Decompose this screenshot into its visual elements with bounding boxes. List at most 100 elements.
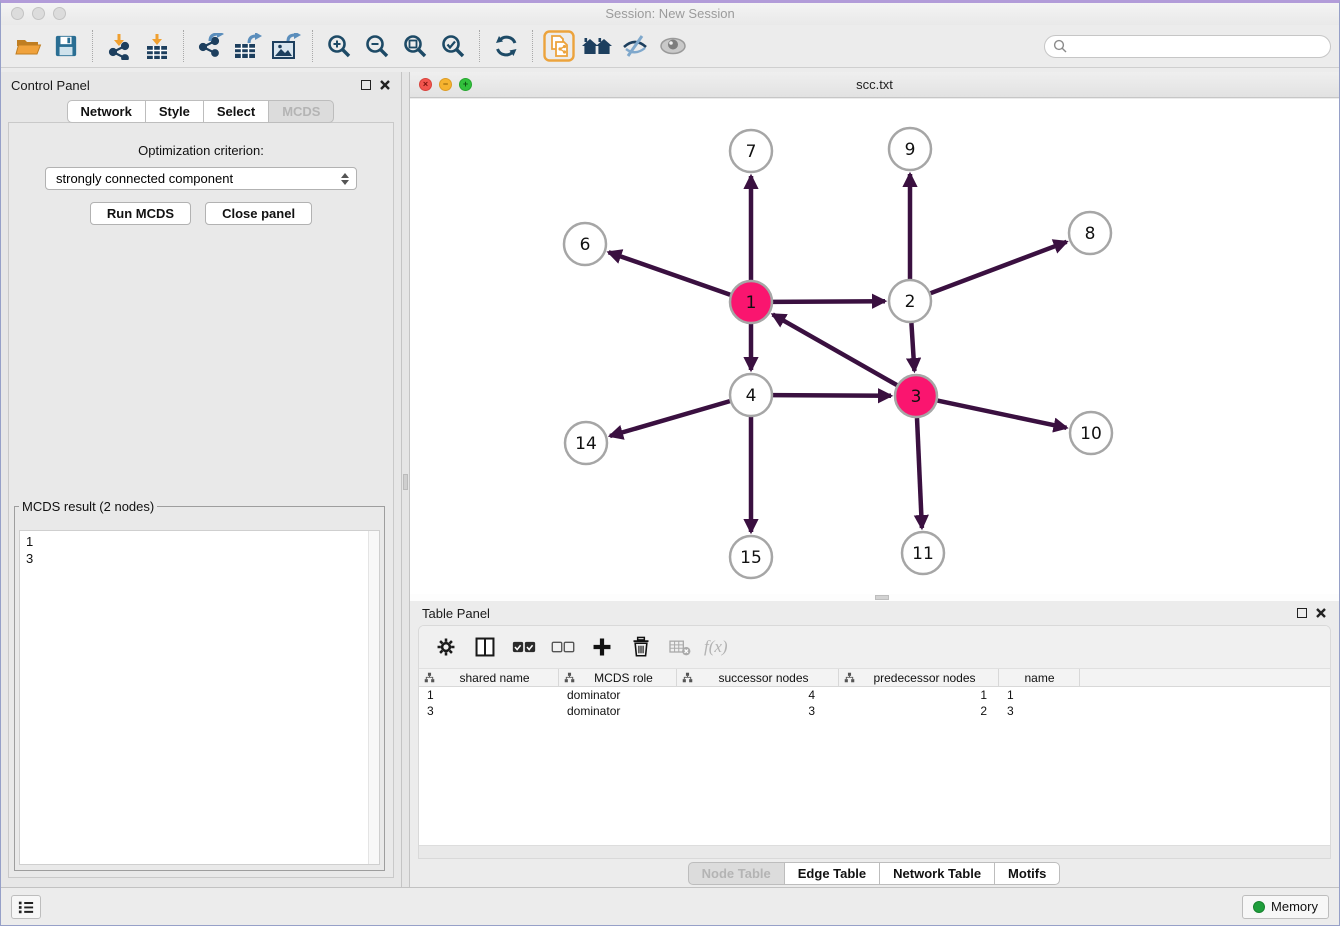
network-graph: 7968124314101511 bbox=[410, 99, 1339, 594]
divider-grip[interactable] bbox=[403, 474, 408, 490]
column-type-icon bbox=[682, 672, 693, 683]
column-header-mcds-role[interactable]: MCDS role bbox=[559, 669, 677, 686]
node-label-3: 3 bbox=[911, 387, 922, 407]
mcds-result-group: MCDS result (2 nodes) 13 bbox=[14, 499, 385, 871]
columns-icon bbox=[474, 636, 496, 658]
column-header-shared-name[interactable]: shared name bbox=[419, 669, 559, 686]
float-panel-icon[interactable] bbox=[361, 80, 371, 90]
table-cell: 1 bbox=[999, 687, 1080, 703]
search-input[interactable] bbox=[1072, 38, 1322, 55]
main-toolbar bbox=[1, 25, 1339, 68]
edge-2-3[interactable] bbox=[911, 323, 914, 371]
export-network-button[interactable] bbox=[191, 28, 229, 64]
result-line: 3 bbox=[26, 550, 373, 567]
select-all-button[interactable] bbox=[509, 629, 539, 665]
delete-column-button[interactable] bbox=[626, 629, 656, 665]
window-title: Session: New Session bbox=[1, 3, 1339, 25]
column-header-name[interactable]: name bbox=[999, 669, 1080, 686]
export-image-button[interactable] bbox=[267, 28, 305, 64]
network-canvas[interactable]: 7968124314101511 bbox=[410, 99, 1339, 594]
add-column-button[interactable] bbox=[587, 629, 617, 665]
table-body: 1dominator4113dominator323 bbox=[419, 687, 1330, 845]
zoom-out-button[interactable] bbox=[358, 28, 396, 64]
run-mcds-button[interactable]: Run MCDS bbox=[90, 202, 191, 225]
table-cell: 3 bbox=[419, 703, 559, 719]
edge-1-6[interactable] bbox=[609, 252, 731, 295]
refresh-icon bbox=[493, 33, 520, 59]
edge-3-1[interactable] bbox=[773, 314, 897, 385]
divider-grip[interactable] bbox=[875, 595, 889, 600]
dropdown-stepper-icon bbox=[341, 173, 352, 185]
task-history-button[interactable] bbox=[11, 895, 41, 919]
network-minimize-button[interactable]: − bbox=[439, 78, 452, 91]
export-table-button[interactable] bbox=[229, 28, 267, 64]
tab-node-table[interactable]: Node Table bbox=[688, 862, 785, 885]
refresh-button[interactable] bbox=[487, 28, 525, 64]
table-cell: dominator bbox=[559, 687, 677, 703]
maximize-window-button[interactable] bbox=[53, 7, 66, 20]
search-icon bbox=[1053, 39, 1067, 53]
deselect-all-button[interactable] bbox=[548, 629, 578, 665]
open-file-button[interactable] bbox=[9, 28, 47, 64]
table-row[interactable]: 3dominator323 bbox=[419, 703, 1330, 719]
edge-2-8[interactable] bbox=[931, 242, 1067, 293]
tab-select[interactable]: Select bbox=[203, 100, 269, 123]
show-all-button[interactable] bbox=[654, 28, 692, 64]
tab-motifs[interactable]: Motifs bbox=[994, 862, 1060, 885]
hide-selected-button[interactable] bbox=[616, 28, 654, 64]
zoom-fit-button[interactable] bbox=[396, 28, 434, 64]
unchecked-boxes-icon bbox=[551, 638, 575, 656]
minimize-window-button[interactable] bbox=[32, 7, 45, 20]
eye-icon bbox=[659, 35, 687, 57]
table-settings-button[interactable] bbox=[431, 629, 461, 665]
import-network-button[interactable] bbox=[100, 28, 138, 64]
mcds-panel: Optimization criterion: strongly connect… bbox=[8, 122, 394, 878]
tab-network-table[interactable]: Network Table bbox=[879, 862, 995, 885]
edge-3-10[interactable] bbox=[938, 401, 1067, 428]
node-label-9: 9 bbox=[905, 140, 916, 160]
column-header-successor-nodes[interactable]: successor nodes bbox=[677, 669, 839, 686]
table-row[interactable]: 1dominator411 bbox=[419, 687, 1330, 703]
close-panel-icon[interactable] bbox=[379, 79, 391, 91]
zoom-out-icon bbox=[364, 33, 390, 59]
mcds-result-area[interactable]: 13 bbox=[19, 530, 380, 865]
table-horizontal-scrollbar[interactable] bbox=[419, 845, 1330, 858]
horizontal-divider[interactable] bbox=[410, 594, 1339, 601]
edge-3-11[interactable] bbox=[917, 418, 922, 528]
memory-button[interactable]: Memory bbox=[1242, 895, 1329, 919]
search-box bbox=[1044, 35, 1331, 58]
tab-network[interactable]: Network bbox=[67, 100, 146, 123]
mcds-result-list: 13 bbox=[20, 531, 379, 569]
network-close-button[interactable]: × bbox=[419, 78, 432, 91]
zoom-selected-button[interactable] bbox=[434, 28, 472, 64]
network-window: × − + scc.txt 7968124314101511 bbox=[410, 72, 1339, 594]
column-type-icon bbox=[564, 672, 575, 683]
import-network-icon bbox=[106, 33, 132, 60]
edge-1-2[interactable] bbox=[773, 301, 885, 302]
content-area: Control Panel NetworkStyleSelectMCDS Opt… bbox=[1, 72, 1339, 887]
import-table-button[interactable] bbox=[138, 28, 176, 64]
zoom-in-button[interactable] bbox=[320, 28, 358, 64]
network-zoom-button[interactable]: + bbox=[459, 78, 472, 91]
table-panel-title: Table Panel bbox=[422, 606, 490, 621]
tab-mcds[interactable]: MCDS bbox=[268, 100, 334, 123]
criterion-value: strongly connected component bbox=[56, 171, 341, 186]
show-columns-button[interactable] bbox=[470, 629, 500, 665]
criterion-dropdown[interactable]: strongly connected component bbox=[45, 167, 357, 190]
table-cell: 3 bbox=[999, 703, 1080, 719]
result-scrollbar[interactable] bbox=[368, 531, 379, 864]
save-session-button[interactable] bbox=[47, 28, 85, 64]
float-panel-icon[interactable] bbox=[1297, 608, 1307, 618]
close-window-button[interactable] bbox=[11, 7, 24, 20]
edge-4-3[interactable] bbox=[773, 395, 891, 396]
clone-network-button[interactable] bbox=[540, 28, 578, 64]
tab-edge-table[interactable]: Edge Table bbox=[784, 862, 880, 885]
home-button[interactable] bbox=[578, 28, 616, 64]
panel-divider[interactable] bbox=[401, 72, 410, 887]
close-panel-button[interactable]: Close panel bbox=[205, 202, 312, 225]
tab-style[interactable]: Style bbox=[145, 100, 204, 123]
close-panel-icon[interactable] bbox=[1315, 607, 1327, 619]
column-header-predecessor-nodes[interactable]: predecessor nodes bbox=[839, 669, 999, 686]
edge-4-14[interactable] bbox=[610, 401, 730, 436]
table-panel: Table Panel bbox=[410, 601, 1339, 887]
